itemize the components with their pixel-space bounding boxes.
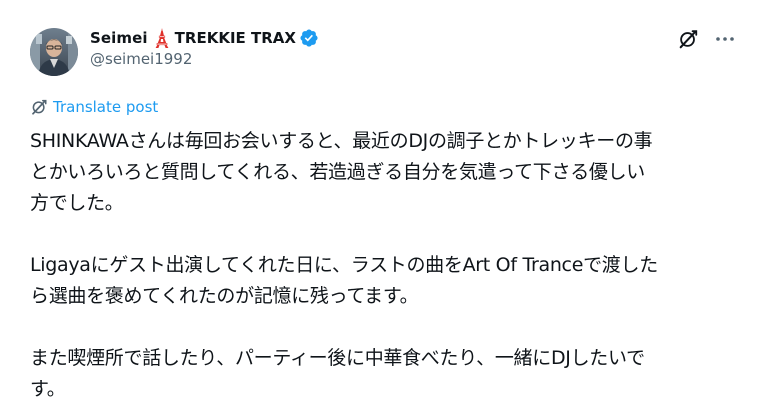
post-text-line: また喫煙所で話したり、パーティー後に中華食べたり、一緒にDJしたいで xyxy=(30,347,645,369)
translate-icon xyxy=(30,98,48,116)
grok-icon[interactable] xyxy=(675,26,701,52)
post-text-line: とかいろいろと質問してくれる、若造過ぎる自分を気遣って下さる優しい xyxy=(30,161,646,183)
post: Seimei TREKKIE TRAX @seimei1992 Translat… xyxy=(0,0,779,407)
more-horizontal-icon[interactable] xyxy=(710,26,740,52)
verified-badge-icon[interactable] xyxy=(299,28,319,48)
post-text-line: す。 xyxy=(30,378,66,400)
avatar[interactable] xyxy=(30,28,78,76)
post-text-line: ら選曲を褒めてくれたのが記憶に残ってます。 xyxy=(30,285,419,307)
author-handle[interactable]: @seimei1992 xyxy=(90,50,192,68)
author-name-row[interactable]: Seimei TREKKIE TRAX xyxy=(90,26,319,50)
display-name[interactable]: Seimei xyxy=(90,29,148,47)
post-text: SHINKAWAさんは毎回お会いすると、最近のDJの調子とかトレッキーの事 とか… xyxy=(30,126,752,405)
post-text-line: 方でした。 xyxy=(30,192,124,214)
org-name[interactable]: TREKKIE TRAX xyxy=(175,29,296,47)
post-text-line: SHINKAWAさんは毎回お会いすると、最近のDJの調子とかトレッキーの事 xyxy=(30,130,653,152)
tokyo-tower-icon xyxy=(154,28,170,48)
post-text-line: Ligayaにゲスト出演してくれた日に、ラストの曲をArt Of Tranceで… xyxy=(30,254,658,276)
translate-post-link[interactable]: Translate post xyxy=(30,96,158,118)
translate-label[interactable]: Translate post xyxy=(53,98,158,116)
